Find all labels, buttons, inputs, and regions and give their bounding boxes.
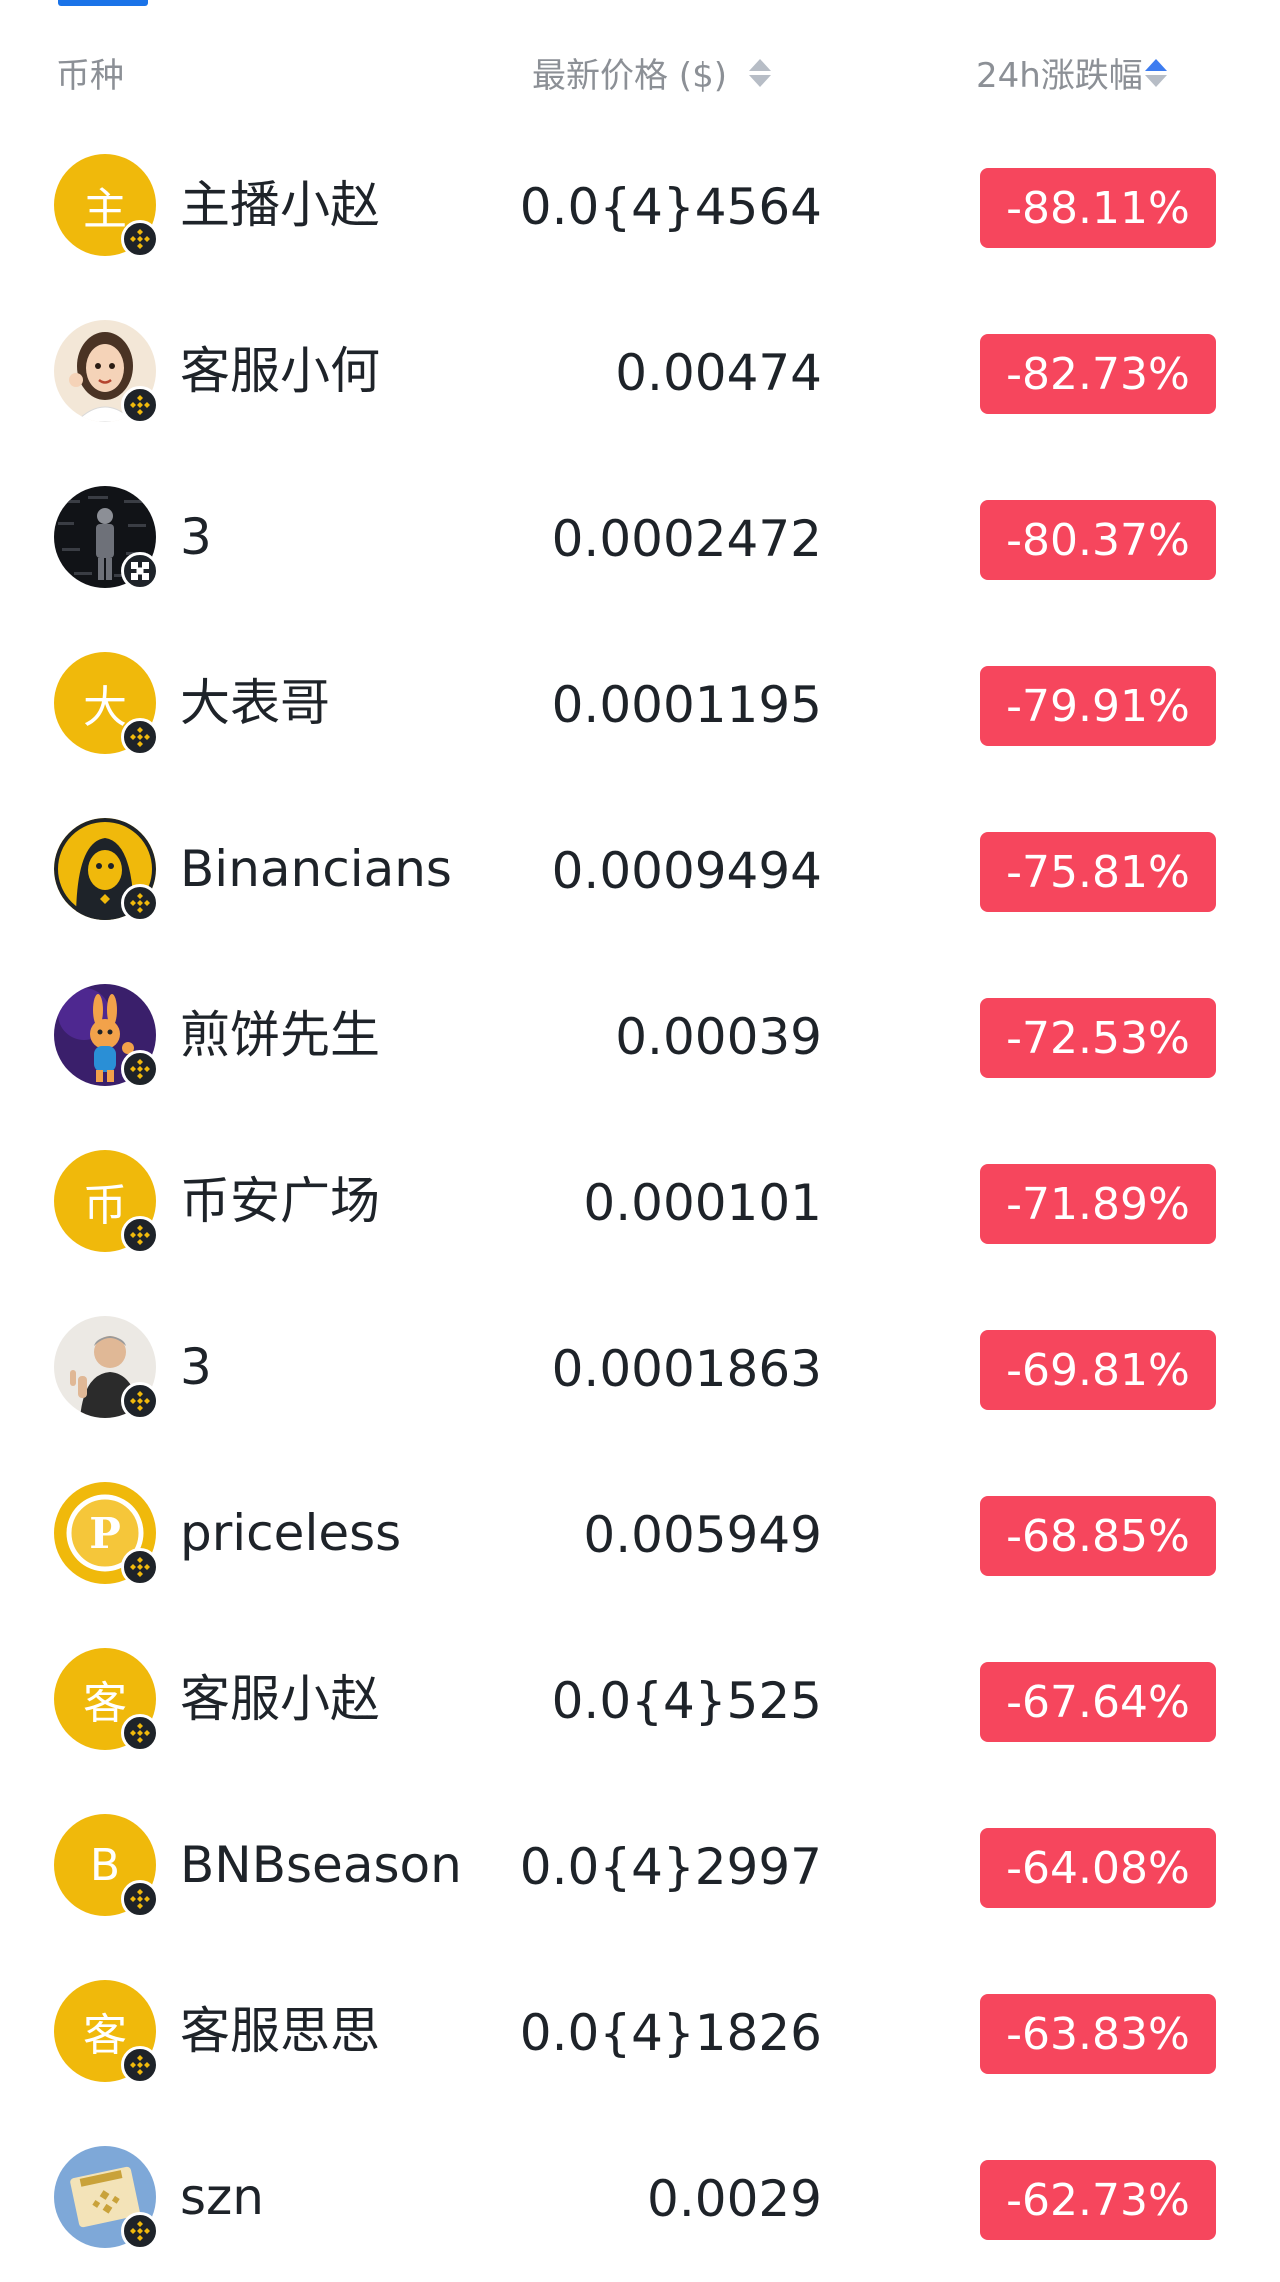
token-row[interactable]: 客 客服小赵 0.0{4}525 -67.64% — [0, 1616, 1280, 1782]
token-name: 币安广场 — [180, 1172, 380, 1230]
sort-icon[interactable] — [748, 58, 771, 87]
change-badge: -68.85% — [980, 1496, 1216, 1576]
token-name: BNBseason — [180, 1836, 462, 1894]
change-badge: -63.83% — [980, 1994, 1216, 2074]
token-price: 0.0{4}525 — [551, 1672, 822, 1730]
token-price: 0.0002472 — [551, 510, 822, 568]
bnb-chain-icon — [121, 386, 159, 424]
bnb-chain-icon — [121, 2212, 159, 2250]
bnb-chain-icon — [121, 2046, 159, 2084]
sort-icon[interactable] — [1144, 58, 1167, 87]
token-price: 0.000101 — [583, 1174, 822, 1232]
token-price: 0.00039 — [615, 1008, 822, 1066]
token-name: 客服小赵 — [180, 1670, 380, 1728]
other-chain-icon — [121, 552, 159, 590]
token-name: 客服小何 — [180, 342, 380, 400]
token-row[interactable]: 3 0.0002472 -80.37% — [0, 454, 1280, 620]
table-header: 币种 最新价格 ($) 24h涨跌幅 — [0, 38, 1280, 108]
bnb-chain-icon — [121, 884, 159, 922]
change-badge: -75.81% — [980, 832, 1216, 912]
bnb-chain-icon — [121, 1548, 159, 1586]
bnb-chain-icon — [121, 1382, 159, 1420]
coin-p-letter: P — [89, 1509, 121, 1558]
change-badge: -82.73% — [980, 334, 1216, 414]
token-row[interactable]: 3 0.0001863 -69.81% — [0, 1284, 1280, 1450]
token-list: 主 主播小赵 0.0{4}4564 -88.11% 客服小何 0.00474 -… — [0, 122, 1280, 2280]
token-name: priceless — [180, 1504, 402, 1562]
price-column-header[interactable]: 最新价格 ($) — [532, 48, 771, 97]
token-price: 0.0009494 — [551, 842, 822, 900]
change-badge: -62.73% — [980, 2160, 1216, 2240]
change-badge: -71.89% — [980, 1164, 1216, 1244]
token-price: 0.0029 — [647, 2170, 822, 2228]
coin-column-header: 币种 — [56, 56, 124, 96]
token-name: szn — [180, 2168, 264, 2226]
change-badge: -64.08% — [980, 1828, 1216, 1908]
token-row[interactable]: szn 0.0029 -62.73% — [0, 2114, 1280, 2280]
bnb-chain-icon — [121, 1714, 159, 1752]
token-price: 0.0{4}1826 — [519, 2004, 822, 2062]
token-name: 主播小赵 — [180, 176, 380, 234]
token-name: 煎饼先生 — [180, 1006, 380, 1064]
change-badge: -67.64% — [980, 1662, 1216, 1742]
token-row[interactable]: B BNBseason 0.0{4}2997 -64.08% — [0, 1782, 1280, 1948]
token-price: 0.0{4}2997 — [519, 1838, 822, 1896]
change-badge: -72.53% — [980, 998, 1216, 1078]
token-price: 0.00474 — [615, 344, 822, 402]
change-badge: -80.37% — [980, 500, 1216, 580]
token-row[interactable]: 大 大表哥 0.0001195 -79.91% — [0, 620, 1280, 786]
token-row[interactable]: 客 客服思思 0.0{4}1826 -63.83% — [0, 1948, 1280, 2114]
bnb-chain-icon — [121, 1216, 159, 1254]
token-row[interactable]: Binancians 0.0009494 -75.81% — [0, 786, 1280, 952]
token-price: 0.0001195 — [551, 676, 822, 734]
change-badge: -88.11% — [980, 168, 1216, 248]
token-row[interactable]: P priceless 0.005949 -68.85% — [0, 1450, 1280, 1616]
token-name: Binancians — [180, 840, 452, 898]
token-name: 大表哥 — [180, 674, 330, 732]
active-tab-indicator — [58, 0, 148, 6]
token-price: 0.0{4}4564 — [519, 178, 822, 236]
token-price: 0.005949 — [583, 1506, 822, 1564]
token-row[interactable]: 主 主播小赵 0.0{4}4564 -88.11% — [0, 122, 1280, 288]
bnb-chain-icon — [121, 718, 159, 756]
bnb-chain-icon — [121, 1050, 159, 1088]
bnb-chain-icon — [121, 1880, 159, 1918]
token-price: 0.0001863 — [551, 1340, 822, 1398]
bnb-chain-icon — [121, 220, 159, 258]
price-column-label: 最新价格 ($) — [532, 56, 727, 96]
change-column-label: 24h涨跌幅 — [976, 56, 1143, 96]
change-badge: -79.91% — [980, 666, 1216, 746]
change-badge: -69.81% — [980, 1330, 1216, 1410]
token-row[interactable]: 币 币安广场 0.000101 -71.89% — [0, 1118, 1280, 1284]
token-name: 3 — [180, 508, 212, 566]
token-row[interactable]: 客服小何 0.00474 -82.73% — [0, 288, 1280, 454]
token-name: 客服思思 — [180, 2002, 380, 2060]
token-row[interactable]: 煎饼先生 0.00039 -72.53% — [0, 952, 1280, 1118]
token-name: 3 — [180, 1338, 212, 1396]
change-column-header[interactable]: 24h涨跌幅 — [976, 48, 1167, 97]
